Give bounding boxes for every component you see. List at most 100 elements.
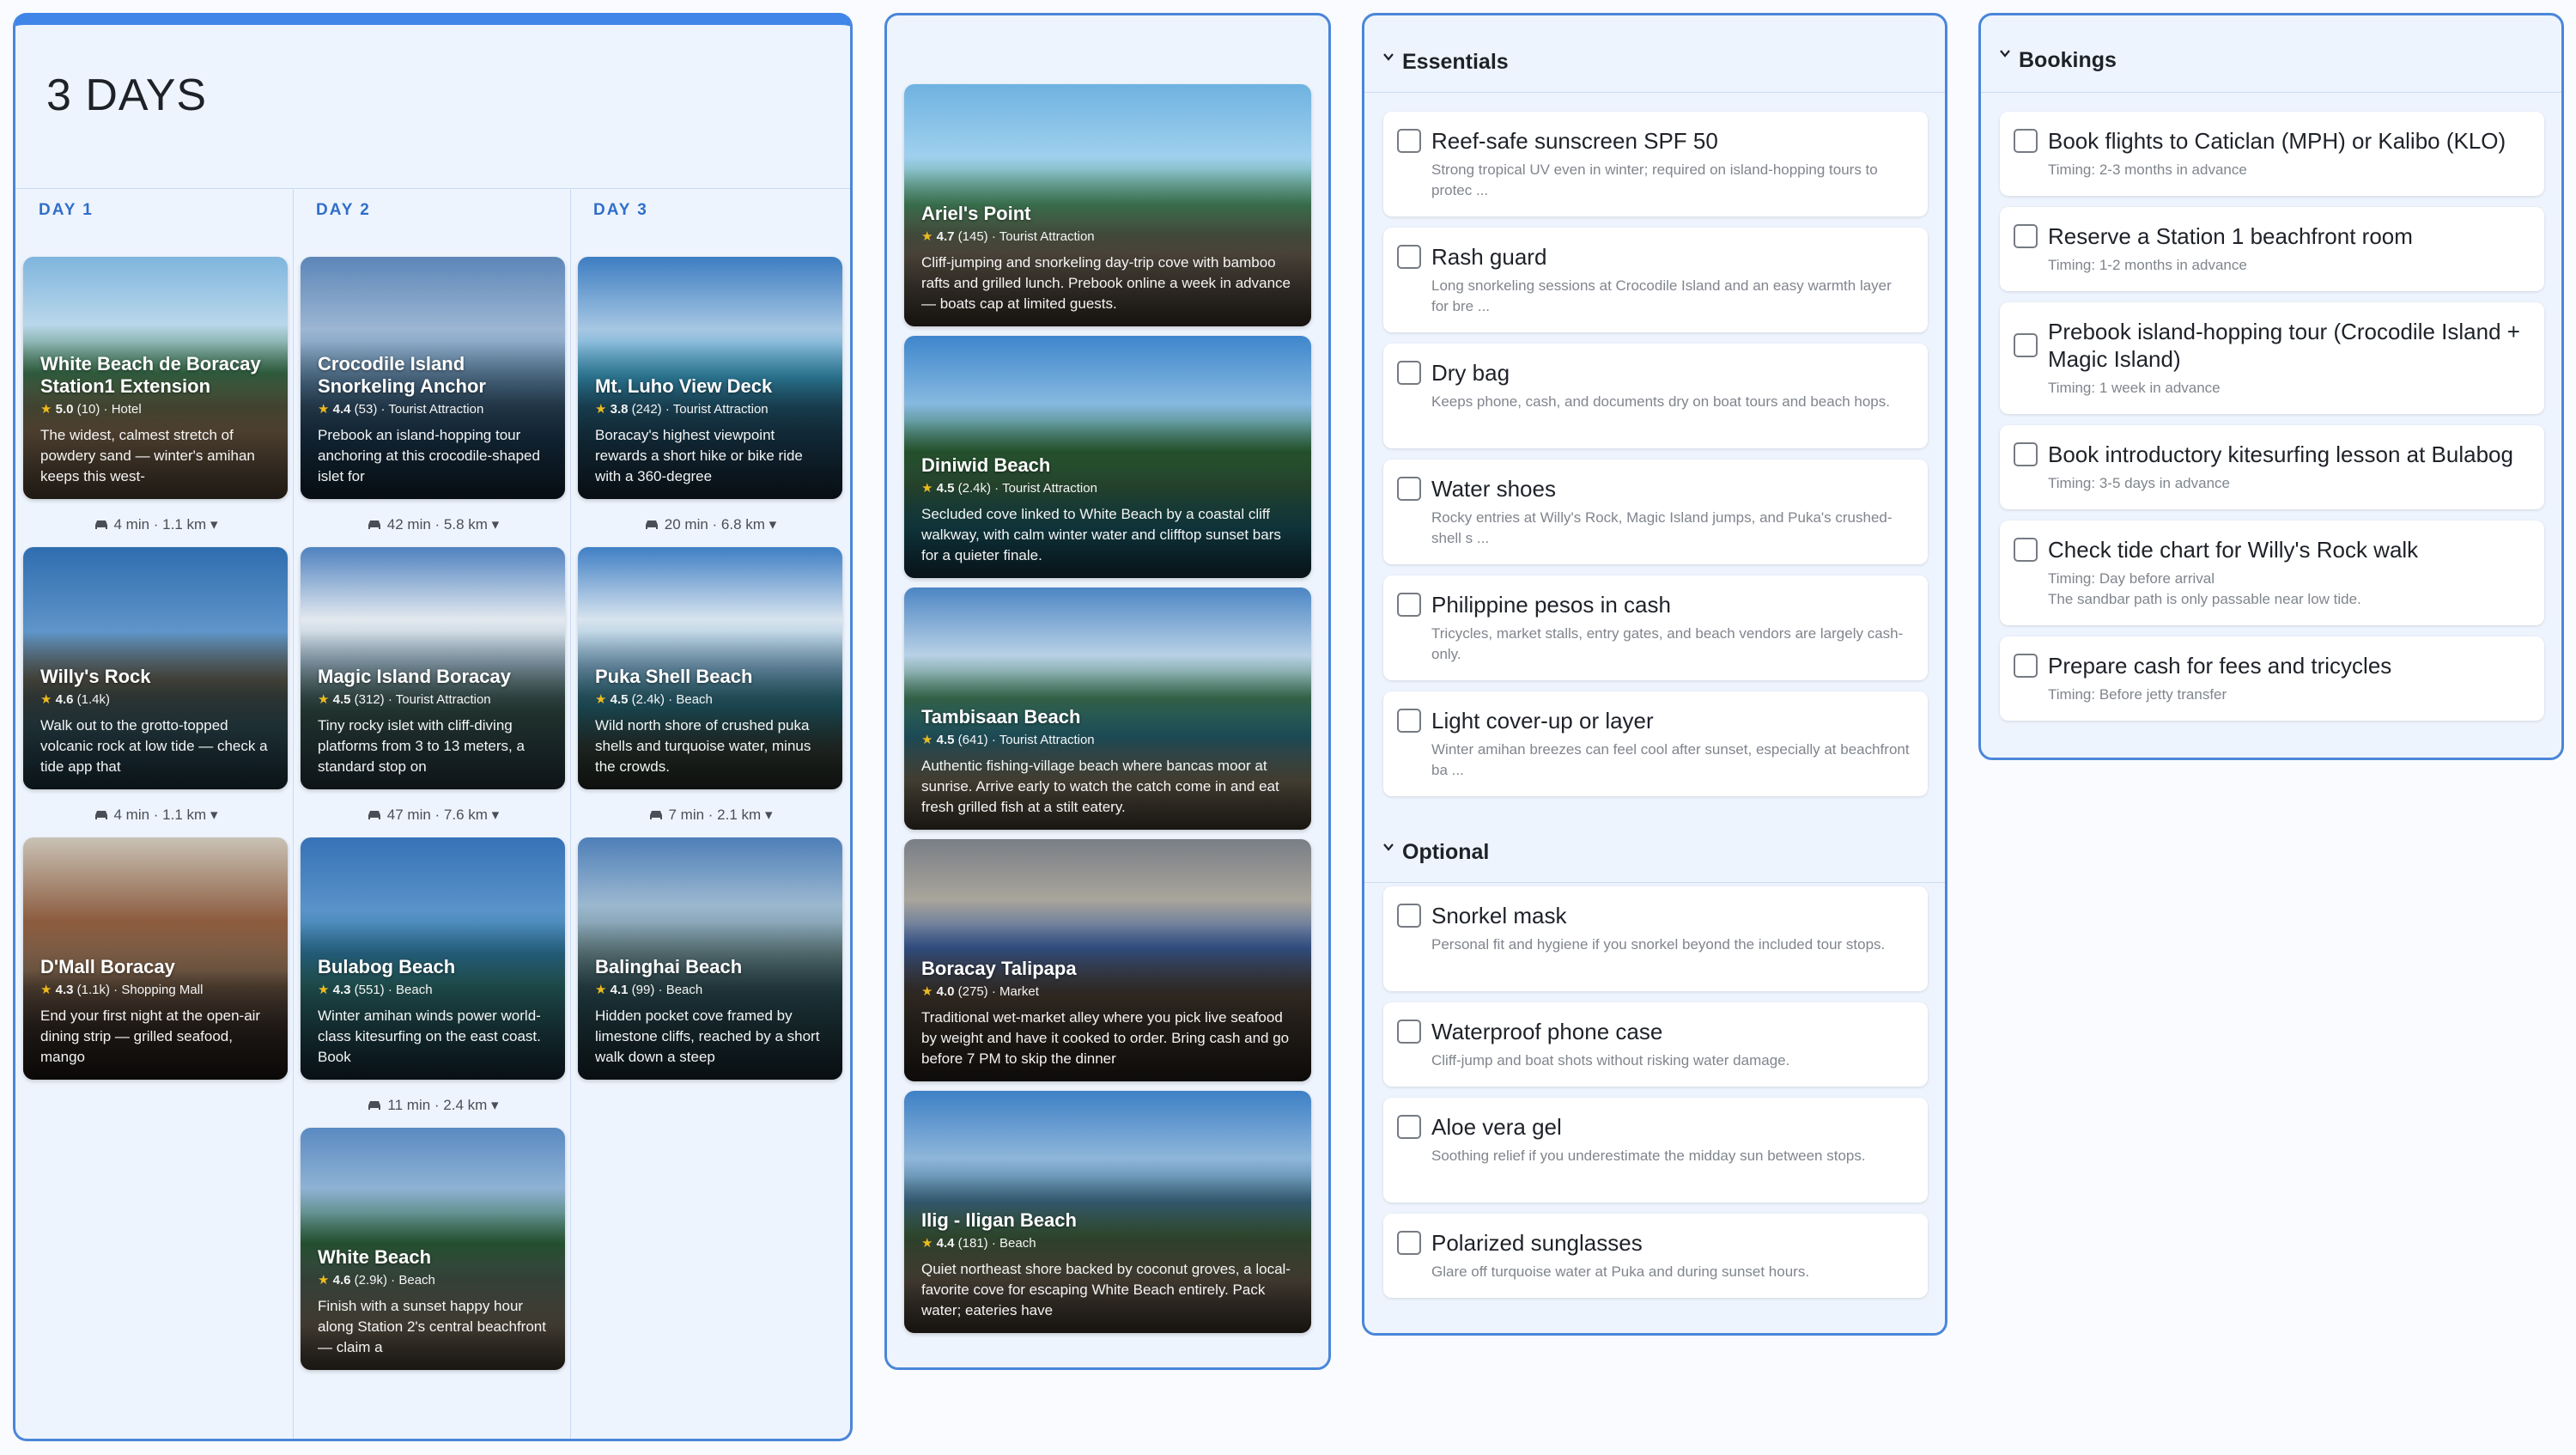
place-card[interactable]: Crocodile Island Snorkeling Anchor ★ 4.4… <box>301 257 565 499</box>
checklist-item[interactable]: Polarized sunglasses Glare off turquoise… <box>1383 1214 1928 1298</box>
place-name: Tambisaan Beach <box>921 706 1081 728</box>
item-note: Soothing relief if you underestimate the… <box>1431 1148 1866 1164</box>
checklist-item[interactable]: Light cover-up or layer Winter amihan br… <box>1383 691 1928 796</box>
checkbox[interactable] <box>1397 245 1421 269</box>
place-rating: 4.4 <box>936 1236 955 1251</box>
checklist-item[interactable]: Water shoes Rocky entries at Willy's Roc… <box>1383 460 1928 564</box>
travel-time[interactable]: 47 min · 7.6 km ▾ <box>301 807 565 824</box>
place-card[interactable]: White Beach ★ 4.6 (2.9k) · Beach Finish … <box>301 1128 565 1370</box>
place-name: Balinghai Beach <box>595 956 743 977</box>
place-description: Hidden pocket cove framed by limestone c… <box>595 1008 820 1065</box>
checkbox[interactable] <box>1397 1115 1421 1139</box>
item-title: Polarized sunglasses <box>1431 1230 1643 1256</box>
place-rating: 3.8 <box>610 402 629 417</box>
checkbox[interactable] <box>2014 654 2038 678</box>
checkbox[interactable] <box>2014 224 2038 248</box>
checklist-item[interactable]: Waterproof phone case Cliff-jump and boa… <box>1383 1002 1928 1087</box>
section-title: Optional <box>1402 840 1490 864</box>
booking-item[interactable]: Book introductory kitesurfing lesson at … <box>2000 425 2544 509</box>
checkbox[interactable] <box>1397 477 1421 501</box>
star-icon: ★ <box>40 692 52 707</box>
place-card[interactable]: Willy's Rock ★ 4.6 (1.4k) Walk out to th… <box>23 547 288 789</box>
car-icon <box>94 521 107 529</box>
place-card[interactable]: Ilig - Iligan Beach ★ 4.4 (181) · Beach … <box>904 1091 1311 1333</box>
checklist-item[interactable]: Dry bag Keeps phone, cash, and documents… <box>1383 344 1928 448</box>
place-card[interactable]: Magic Island Boracay ★ 4.5 (312) · Touri… <box>301 547 565 789</box>
checkbox[interactable] <box>2014 333 2038 357</box>
star-icon: ★ <box>921 733 933 747</box>
travel-time[interactable]: 7 min · 2.1 km ▾ <box>578 807 842 824</box>
checkbox[interactable] <box>2014 129 2038 153</box>
column-divider <box>570 188 571 1439</box>
booking-item[interactable]: Reserve a Station 1 beachfront room Timi… <box>2000 207 2544 291</box>
car-icon <box>368 521 380 529</box>
booking-item[interactable]: Prebook island-hopping tour (Crocodile I… <box>2000 302 2544 414</box>
star-icon: ★ <box>318 402 330 417</box>
place-description: The widest, calmest stretch of powdery s… <box>40 427 255 484</box>
booking-item[interactable]: Book flights to Caticlan (MPH) or Kalibo… <box>2000 112 2544 196</box>
section-title: Bookings <box>2019 48 2117 72</box>
place-card[interactable]: Boracay Talipapa ★ 4.0 (275) · Market Tr… <box>904 839 1311 1081</box>
place-card[interactable]: Mt. Luho View Deck ★ 3.8 (242) · Tourist… <box>578 257 842 499</box>
booking-item[interactable]: Prepare cash for fees and tricycles Timi… <box>2000 636 2544 721</box>
item-title: Prebook island-hopping tour (Crocodile I… <box>2048 319 2520 372</box>
place-rating: 4.3 <box>332 983 351 997</box>
place-reviews: (2.9k) <box>354 1273 387 1288</box>
checkbox[interactable] <box>2014 538 2038 562</box>
star-icon: ★ <box>595 402 607 417</box>
place-card[interactable]: Tambisaan Beach ★ 4.5 (641) · Tourist At… <box>904 587 1311 830</box>
travel-time[interactable]: 11 min · 2.4 km ▾ <box>301 1097 565 1114</box>
place-card[interactable]: Diniwid Beach ★ 4.5 (2.4k) · Tourist Att… <box>904 336 1311 578</box>
section-header-bookings[interactable]: Bookings <box>1981 15 2561 93</box>
place-card[interactable]: D'Mall Boracay ★ 4.3 (1.1k) · Shopping M… <box>23 837 288 1080</box>
place-rating: 5.0 <box>55 402 74 417</box>
travel-distance: 4 min · 1.1 km <box>113 516 207 533</box>
travel-time[interactable]: 42 min · 5.8 km ▾ <box>301 516 565 533</box>
travel-time[interactable]: 20 min · 6.8 km ▾ <box>578 516 842 533</box>
place-category: Tourist Attraction <box>1002 481 1097 496</box>
section-header-essentials[interactable]: Essentials <box>1364 15 1945 93</box>
day-label: DAY 1 <box>39 201 94 219</box>
checklist-item[interactable]: Philippine pesos in cash Tricycles, mark… <box>1383 575 1928 680</box>
chevron-down-icon: ▾ <box>210 516 218 533</box>
travel-distance: 7 min · 2.1 km <box>668 807 762 823</box>
travel-time[interactable]: 4 min · 1.1 km ▾ <box>23 516 288 533</box>
place-name: Ilig - Iligan Beach <box>921 1209 1077 1231</box>
travel-time[interactable]: 4 min · 1.1 km ▾ <box>23 807 288 824</box>
chevron-down-icon <box>1383 843 1394 851</box>
trip-title: 3 DAYS <box>46 70 208 120</box>
place-card[interactable]: Balinghai Beach ★ 4.1 (99) · Beach Hidde… <box>578 837 842 1080</box>
place-card[interactable]: Puka Shell Beach ★ 4.5 (2.4k) · Beach Wi… <box>578 547 842 789</box>
checklist-item[interactable]: Rash guard Long snorkeling sessions at C… <box>1383 228 1928 332</box>
chevron-down-icon <box>1383 53 1394 61</box>
item-timing: Timing: 1-2 months in advance <box>2048 257 2247 273</box>
booking-item[interactable]: Check tide chart for Willy's Rock walk T… <box>2000 521 2544 625</box>
checklist-item[interactable]: Reef-safe sunscreen SPF 50 Strong tropic… <box>1383 112 1928 216</box>
car-icon <box>368 1101 381 1110</box>
item-title: Light cover-up or layer <box>1431 708 1654 734</box>
checkbox[interactable] <box>1397 129 1421 153</box>
checklist-item[interactable]: Snorkel mask Personal fit and hygiene if… <box>1383 886 1928 991</box>
star-icon: ★ <box>921 481 933 496</box>
place-card[interactable]: White Beach de Boracay Station1 Extensio… <box>23 257 288 499</box>
place-description: Secluded cove linked to White Beach by a… <box>921 506 1281 563</box>
checkbox[interactable] <box>1397 593 1421 617</box>
car-icon <box>649 811 662 819</box>
item-title: Waterproof phone case <box>1431 1019 1663 1044</box>
place-card[interactable]: Bulabog Beach ★ 4.3 (551) · Beach Winter… <box>301 837 565 1080</box>
item-timing: Timing: Before jetty transfer <box>2048 686 2227 703</box>
checkbox[interactable] <box>1397 1020 1421 1044</box>
checkbox[interactable] <box>1397 361 1421 385</box>
place-name: White Beach <box>318 1246 432 1268</box>
checkbox[interactable] <box>1397 709 1421 733</box>
item-title: Aloe vera gel <box>1431 1114 1562 1140</box>
item-title: Rash guard <box>1431 244 1547 270</box>
checklist-item[interactable]: Aloe vera gel Soothing relief if you und… <box>1383 1098 1928 1202</box>
checkbox[interactable] <box>1397 1231 1421 1255</box>
place-category: Beach <box>398 1273 435 1288</box>
chevron-down-icon: ▾ <box>764 807 773 823</box>
checkbox[interactable] <box>2014 442 2038 466</box>
section-header-optional[interactable]: Optional <box>1364 806 1945 883</box>
checkbox[interactable] <box>1397 904 1421 928</box>
place-card[interactable]: Ariel's Point ★ 4.7 (145) · Tourist Attr… <box>904 84 1311 326</box>
